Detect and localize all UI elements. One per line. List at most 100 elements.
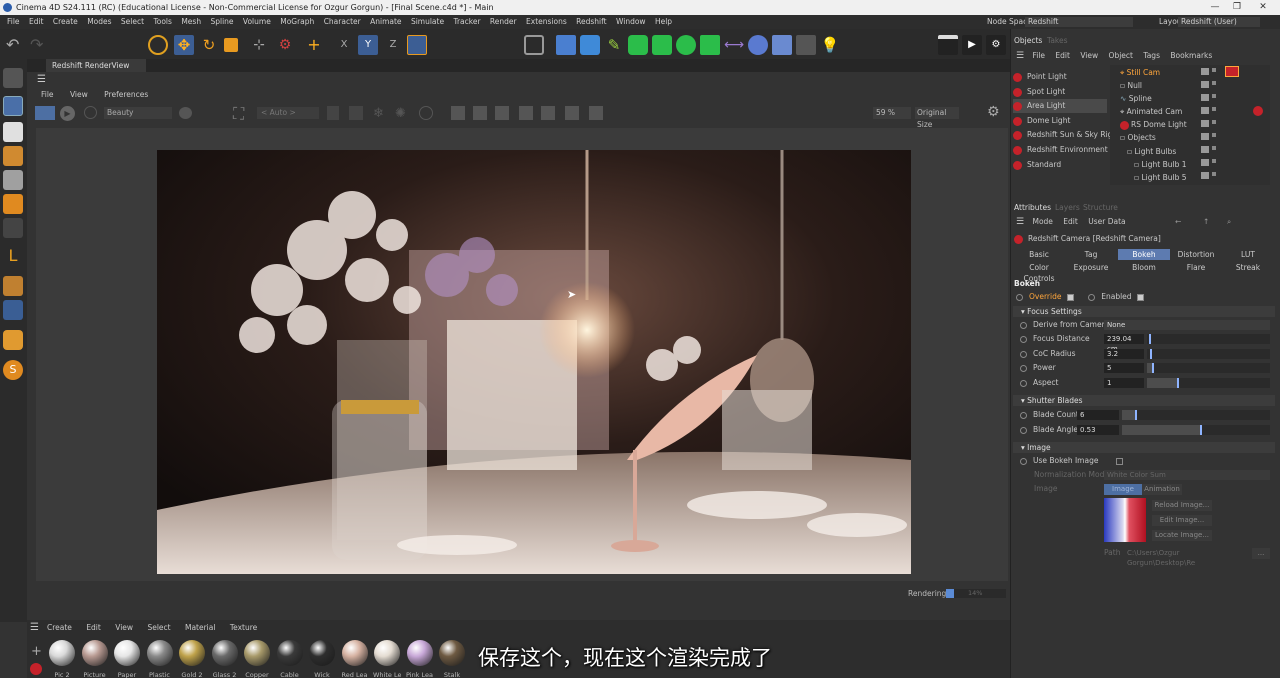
menu-extensions[interactable]: Extensions: [526, 15, 567, 29]
camera-icon[interactable]: [796, 35, 816, 55]
obj-menu-bookmarks[interactable]: Bookmarks: [1170, 51, 1212, 60]
bokeh-image-preview[interactable]: [1104, 498, 1146, 542]
light-item-dome[interactable]: Dome Light: [1013, 114, 1070, 128]
mograph-icon[interactable]: [700, 35, 720, 55]
visibility-toggles[interactable]: [1201, 68, 1209, 180]
path-browse-button[interactable]: ...: [1252, 548, 1270, 559]
save-icon[interactable]: [565, 106, 579, 120]
blade-count-field[interactable]: 6: [1077, 410, 1119, 420]
tab-color-controls[interactable]: Color Controls: [1013, 262, 1065, 283]
zoom-field[interactable]: 59 %: [873, 107, 911, 119]
render-to-picture-viewer-icon[interactable]: ▶: [962, 35, 982, 55]
move-tool-icon[interactable]: ✥: [174, 35, 194, 55]
workplane-icon[interactable]: [3, 300, 23, 320]
use-bokeh-keyframe-icon[interactable]: [1020, 457, 1027, 465]
material-item[interactable]: Pink Lea: [406, 640, 434, 678]
add-material-icon[interactable]: +: [31, 644, 42, 659]
tab-flare[interactable]: Flare: [1170, 262, 1222, 273]
material-item[interactable]: Copper: [243, 640, 271, 678]
rv-menu-preferences[interactable]: Preferences: [104, 90, 148, 99]
nav-back-icon[interactable]: ←: [1175, 216, 1181, 228]
rs-tag-icon[interactable]: [1253, 106, 1263, 116]
layout-dropdown[interactable]: Redshift (User): [1178, 17, 1260, 27]
renderview-tab[interactable]: Redshift RenderView: [46, 59, 146, 72]
light-item-standard[interactable]: Standard: [1013, 158, 1061, 172]
menu-mograph[interactable]: MoGraph: [280, 15, 314, 29]
focus-settings-section[interactable]: ▾ Focus Settings: [1013, 306, 1275, 317]
light-item-area[interactable]: Area Light: [1013, 99, 1107, 113]
layers-tab[interactable]: Layers: [1055, 203, 1080, 212]
filter-icon[interactable]: ⌕: [1227, 216, 1231, 228]
aspect-slider[interactable]: [1147, 378, 1270, 388]
normalization-dropdown[interactable]: White Color Sum: [1104, 470, 1270, 480]
sun-icon[interactable]: ✺: [395, 106, 406, 121]
attr-menu-user-data[interactable]: User Data: [1088, 217, 1125, 226]
edges-mode-icon[interactable]: [3, 170, 23, 190]
attr-menu-edit[interactable]: Edit: [1063, 217, 1078, 226]
material-item[interactable]: Paper: [113, 640, 141, 678]
mat-menu-texture[interactable]: Texture: [230, 623, 257, 632]
enabled-keyframe-icon[interactable]: [1088, 293, 1096, 301]
node-space-dropdown[interactable]: Redshift: [1025, 17, 1133, 27]
power-field[interactable]: 5: [1104, 363, 1144, 373]
extrude-icon[interactable]: [652, 35, 672, 55]
material-item[interactable]: Stalk: [438, 640, 466, 678]
deformer-icon[interactable]: ⟷: [724, 35, 744, 55]
tree-item-animated-cam[interactable]: ⌖ Animated Cam: [1115, 105, 1215, 118]
power-keyframe-icon[interactable]: [1020, 364, 1027, 372]
render-active-icon[interactable]: [35, 106, 55, 120]
cube-icon[interactable]: [556, 35, 576, 55]
coc-field[interactable]: 3.2: [1104, 349, 1144, 359]
tab-distortion[interactable]: Distortion: [1170, 249, 1222, 260]
rv-menu-file[interactable]: File: [41, 90, 54, 99]
menu-character[interactable]: Character: [324, 15, 361, 29]
rv-menu-view[interactable]: View: [70, 90, 88, 99]
auto-dropdown[interactable]: < Auto >: [257, 107, 319, 119]
light-icon[interactable]: 💡: [820, 35, 840, 55]
world-axis-icon[interactable]: +: [304, 35, 324, 55]
tree-item-light-bulb-5[interactable]: ▫ Light Bulb 5: [1115, 171, 1215, 184]
select-tool-icon[interactable]: [148, 35, 168, 55]
aspect-keyframe-icon[interactable]: [1020, 379, 1027, 387]
tree-item-spline[interactable]: ∿ Spline: [1115, 92, 1215, 105]
copy-icon[interactable]: [589, 106, 603, 120]
focus-distance-keyframe-icon[interactable]: [1020, 335, 1027, 343]
menu-file[interactable]: File: [7, 15, 20, 29]
shutter-blades-section[interactable]: ▾ Shutter Blades: [1013, 395, 1275, 406]
circle-icon[interactable]: [419, 106, 433, 120]
coc-slider[interactable]: [1147, 349, 1270, 359]
tree-item-still-cam[interactable]: ⌖ Still Cam: [1115, 66, 1215, 79]
menu-render[interactable]: Render: [490, 15, 517, 29]
image-icon[interactable]: [519, 106, 533, 120]
tab-bokeh[interactable]: Bokeh: [1118, 249, 1170, 260]
tab-exposure[interactable]: Exposure: [1065, 262, 1117, 273]
y-axis-icon[interactable]: Y: [358, 35, 378, 55]
light-item-environment[interactable]: Redshift Environment: [1013, 143, 1108, 157]
rotate-tool-icon[interactable]: ↻: [199, 35, 219, 55]
maximize-icon[interactable]: ❐: [1226, 0, 1248, 15]
material-item[interactable]: Gold 2: [178, 640, 206, 678]
objects-tab[interactable]: Objects: [1014, 36, 1042, 45]
derive-dropdown[interactable]: None: [1104, 320, 1270, 330]
structure-tab[interactable]: Structure: [1083, 203, 1118, 212]
locate-image-button[interactable]: Locate Image...: [1152, 530, 1212, 541]
tab-basic[interactable]: Basic: [1013, 249, 1065, 260]
recent-tools-icon[interactable]: ⚙: [275, 35, 295, 55]
obj-menu-edit[interactable]: Edit: [1055, 51, 1070, 60]
use-bokeh-image-checkbox[interactable]: [1116, 457, 1124, 465]
snapshot-icon[interactable]: [179, 107, 192, 119]
material-item[interactable]: Pic 2: [48, 640, 76, 678]
material-hamburger-icon[interactable]: ☰: [30, 622, 39, 633]
mat-menu-edit[interactable]: Edit: [86, 623, 101, 632]
subdivision-icon[interactable]: [628, 35, 648, 55]
light-item-spot[interactable]: Spot Light: [1013, 85, 1065, 99]
path-field[interactable]: C:\Users\Ozgur Gorgun\Desktop\Re: [1124, 548, 1248, 567]
aspect-knob[interactable]: [1177, 378, 1179, 388]
light-item-sun-sky[interactable]: Redshift Sun & Sky Rig: [1013, 128, 1112, 142]
tree-item-rs-dome-light[interactable]: RS Dome Light: [1115, 118, 1215, 131]
settings-gear-icon[interactable]: ⚙: [987, 104, 1000, 120]
coc-keyframe-icon[interactable]: [1020, 350, 1027, 358]
material-item[interactable]: Plastic: [146, 640, 174, 678]
tree-item-light-bulb-1[interactable]: ▫ Light Bulb 1: [1115, 158, 1215, 171]
field-icon[interactable]: [748, 35, 768, 55]
